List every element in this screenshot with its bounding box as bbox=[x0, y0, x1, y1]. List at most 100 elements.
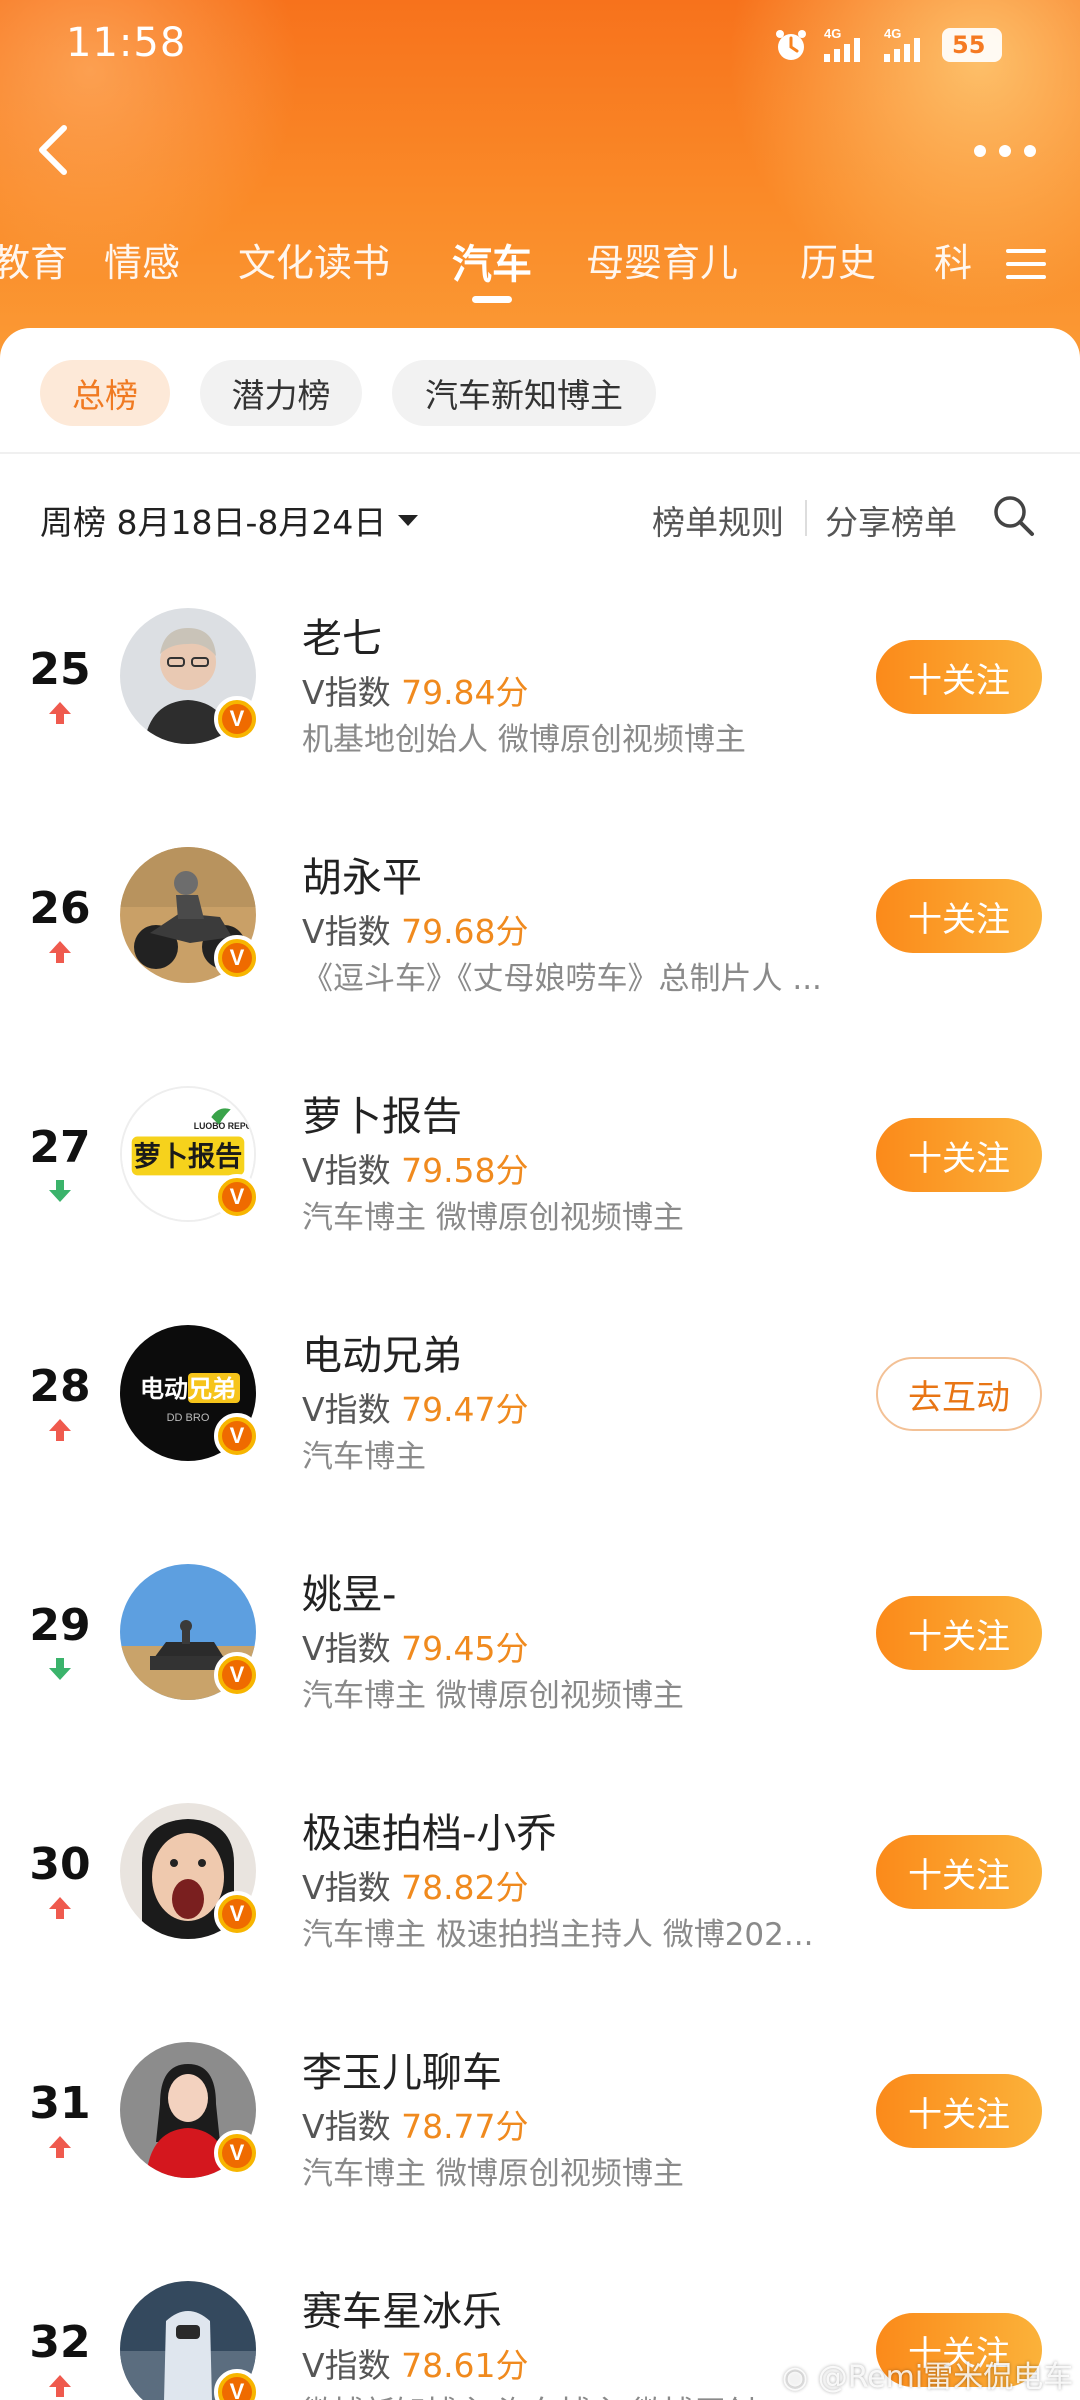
blogger-name[interactable]: 李玉儿聊车 bbox=[302, 2040, 502, 2098]
follow-button[interactable]: 十关注 bbox=[876, 1835, 1042, 1909]
blogger-name[interactable]: 姚昱- bbox=[302, 1562, 396, 1620]
rank-number: 28 bbox=[29, 1361, 91, 1412]
follow-button[interactable]: 十关注 bbox=[876, 879, 1042, 953]
rank-number: 26 bbox=[29, 883, 91, 934]
blogger-description: 《逗斗车》《丈母娘唠车》总制片人 ... bbox=[302, 961, 822, 997]
v-index-score: 79.47分 bbox=[401, 1390, 529, 1429]
blogger-description: 微博新知博主 汽车博主 微博原创... bbox=[302, 2387, 822, 2400]
svg-text:LUOBO REPORT: LUOBO REPORT bbox=[194, 1121, 254, 1131]
blogger-description: 汽车博主 bbox=[302, 1439, 426, 1475]
follow-button[interactable]: 十关注 bbox=[876, 1596, 1042, 1670]
interact-button[interactable]: 去互动 bbox=[876, 1357, 1042, 1431]
verified-badge-icon: V bbox=[214, 2130, 260, 2176]
follow-button[interactable]: 十关注 bbox=[876, 2074, 1042, 2148]
trend-up-icon bbox=[49, 2136, 71, 2158]
trend-up-icon bbox=[49, 2375, 71, 2397]
watermark: ◉ @Remi雷米侃电车 bbox=[782, 2360, 1074, 2395]
trend-down-icon bbox=[49, 1180, 71, 1202]
v-index-score: 79.58分 bbox=[401, 1151, 529, 1190]
tab-science[interactable]: 科 bbox=[934, 232, 972, 287]
v-index: V指数 79.58分 bbox=[302, 1151, 529, 1190]
verified-badge-icon: V bbox=[214, 696, 260, 742]
alarm-icon bbox=[776, 30, 806, 60]
v-index: V指数 78.77分 bbox=[302, 2107, 529, 2146]
blogger-name[interactable]: 胡永平 bbox=[302, 845, 422, 903]
verified-badge-icon: V bbox=[214, 935, 260, 981]
tab-parenting[interactable]: 母婴育儿 bbox=[586, 232, 738, 287]
blogger-name[interactable]: 老七 bbox=[302, 606, 382, 664]
status-time: 11:58 bbox=[66, 20, 187, 66]
tab-culture-reading[interactable]: 文化读书 bbox=[238, 232, 390, 287]
verified-badge-icon: V bbox=[214, 1891, 260, 1937]
rank-number: 30 bbox=[29, 1839, 91, 1890]
list-item[interactable]: 29 V 姚昱- V指数 79.45分 汽车博主 微博原创视频博主 十关注 bbox=[0, 1538, 1080, 1777]
signal-4g-icon: 4G bbox=[824, 26, 860, 62]
list-item[interactable]: 30 V 极速拍档-小乔 V指数 78.82分 汽车博主 极速拍挡主持人 微博2… bbox=[0, 1777, 1080, 2016]
v-index: V指数 78.61分 bbox=[302, 2346, 529, 2385]
rank-number: 27 bbox=[29, 1122, 91, 1173]
subtab-auto-bloggers[interactable]: 汽车新知博主 bbox=[392, 360, 656, 426]
v-index-score: 79.45分 bbox=[401, 1629, 529, 1668]
back-arrow-icon[interactable] bbox=[26, 118, 82, 182]
svg-text:DD BRO: DD BRO bbox=[167, 1412, 210, 1424]
list-item[interactable]: 28 电动兄弟 DD BRO V 电动兄弟 V指数 79.47分 汽车博主 去互… bbox=[0, 1299, 1080, 1538]
verified-badge-icon: V bbox=[214, 1652, 260, 1698]
share-link[interactable]: 分享榜单 bbox=[825, 496, 957, 544]
v-index-score: 78.82分 bbox=[401, 1868, 529, 1907]
period-selector[interactable]: 周榜 8月18日-8月24日 bbox=[40, 496, 419, 544]
trend-up-icon bbox=[49, 1419, 71, 1441]
svg-text:4G: 4G bbox=[824, 26, 841, 41]
more-options-icon[interactable] bbox=[970, 140, 1040, 162]
blogger-name[interactable]: 萝卜报告 bbox=[302, 1084, 462, 1142]
blogger-name[interactable]: 极速拍档-小乔 bbox=[302, 1801, 556, 1859]
search-icon[interactable] bbox=[990, 492, 1036, 538]
blogger-description: 汽车博主 微博原创视频博主 bbox=[302, 1200, 684, 1236]
filter-row: 周榜 8月18日-8月24日 榜单规则 分享榜单 bbox=[40, 488, 1040, 548]
follow-button[interactable]: 十关注 bbox=[876, 640, 1042, 714]
rank-number: 25 bbox=[29, 644, 91, 695]
subtab-overall[interactable]: 总榜 bbox=[40, 360, 170, 426]
blogger-description: 机基地创始人 微博原创视频博主 bbox=[302, 722, 746, 758]
separator bbox=[805, 500, 807, 536]
rules-link[interactable]: 榜单规则 bbox=[652, 496, 784, 544]
v-index-score: 78.61分 bbox=[401, 2346, 529, 2385]
tab-history[interactable]: 历史 bbox=[800, 232, 876, 287]
list-item[interactable]: 26 V 胡永平 V指数 79.68分 《逗斗车》《丈母娘唠车》总制片人 ...… bbox=[0, 821, 1080, 1060]
menu-icon[interactable] bbox=[1004, 244, 1048, 284]
tab-education[interactable]: 教育 bbox=[0, 232, 68, 287]
list-item[interactable]: 27 LUOBO REPORT 萝卜报告 V 萝卜报告 V指数 79.58分 汽… bbox=[0, 1060, 1080, 1299]
v-index-score: 79.84分 bbox=[401, 673, 529, 712]
verified-badge-icon: V bbox=[214, 1413, 260, 1459]
trend-up-icon bbox=[49, 702, 71, 724]
caret-down-icon bbox=[398, 514, 419, 526]
svg-text:萝卜报告: 萝卜报告 bbox=[134, 1142, 243, 1173]
signal-4g-icon: 4G bbox=[884, 26, 920, 62]
v-index-score: 79.68分 bbox=[401, 912, 529, 951]
blogger-description: 汽车博主 极速拍挡主持人 微博202... bbox=[302, 1917, 814, 1953]
weibo-logo-icon: ◉ bbox=[782, 2360, 818, 2395]
subtab-potential[interactable]: 潜力榜 bbox=[200, 360, 362, 426]
trend-up-icon bbox=[49, 941, 71, 963]
active-tab-indicator bbox=[472, 296, 512, 303]
v-index: V指数 78.82分 bbox=[302, 1868, 529, 1907]
trend-down-icon bbox=[49, 1658, 71, 1680]
v-index: V指数 79.45分 bbox=[302, 1629, 529, 1668]
tab-auto[interactable]: 汽车 bbox=[452, 232, 532, 303]
follow-button[interactable]: 十关注 bbox=[876, 1118, 1042, 1192]
rank-number: 29 bbox=[29, 1600, 91, 1651]
svg-text:电动兄弟: 电动兄弟 bbox=[140, 1375, 236, 1403]
verified-badge-icon: V bbox=[214, 1174, 260, 1220]
battery-indicator: 55 bbox=[942, 28, 1002, 62]
rank-number: 32 bbox=[29, 2317, 91, 2368]
blogger-name[interactable]: 赛车星冰乐 bbox=[302, 2279, 502, 2337]
divider bbox=[0, 452, 1080, 454]
category-tabs: 教育 情感 文化读书 汽车 母婴育儿 历史 科 bbox=[0, 232, 1080, 322]
tab-emotion[interactable]: 情感 bbox=[104, 232, 180, 287]
list-item[interactable]: 25 V 老七 V指数 79.84分 机基地创始人 微博原创视频博主 十关注 bbox=[0, 582, 1080, 821]
list-item[interactable]: 31 V 李玉儿聊车 V指数 78.77分 汽车博主 微博原创视频博主 十关注 bbox=[0, 2016, 1080, 2255]
v-index: V指数 79.68分 bbox=[302, 912, 529, 951]
blogger-description: 汽车博主 微博原创视频博主 bbox=[302, 1678, 684, 1714]
blogger-name[interactable]: 电动兄弟 bbox=[302, 1323, 462, 1381]
ranking-content: 总榜 潜力榜 汽车新知博主 周榜 8月18日-8月24日 榜单规则 分享榜单 2… bbox=[0, 328, 1080, 2400]
trend-up-icon bbox=[49, 1897, 71, 1919]
